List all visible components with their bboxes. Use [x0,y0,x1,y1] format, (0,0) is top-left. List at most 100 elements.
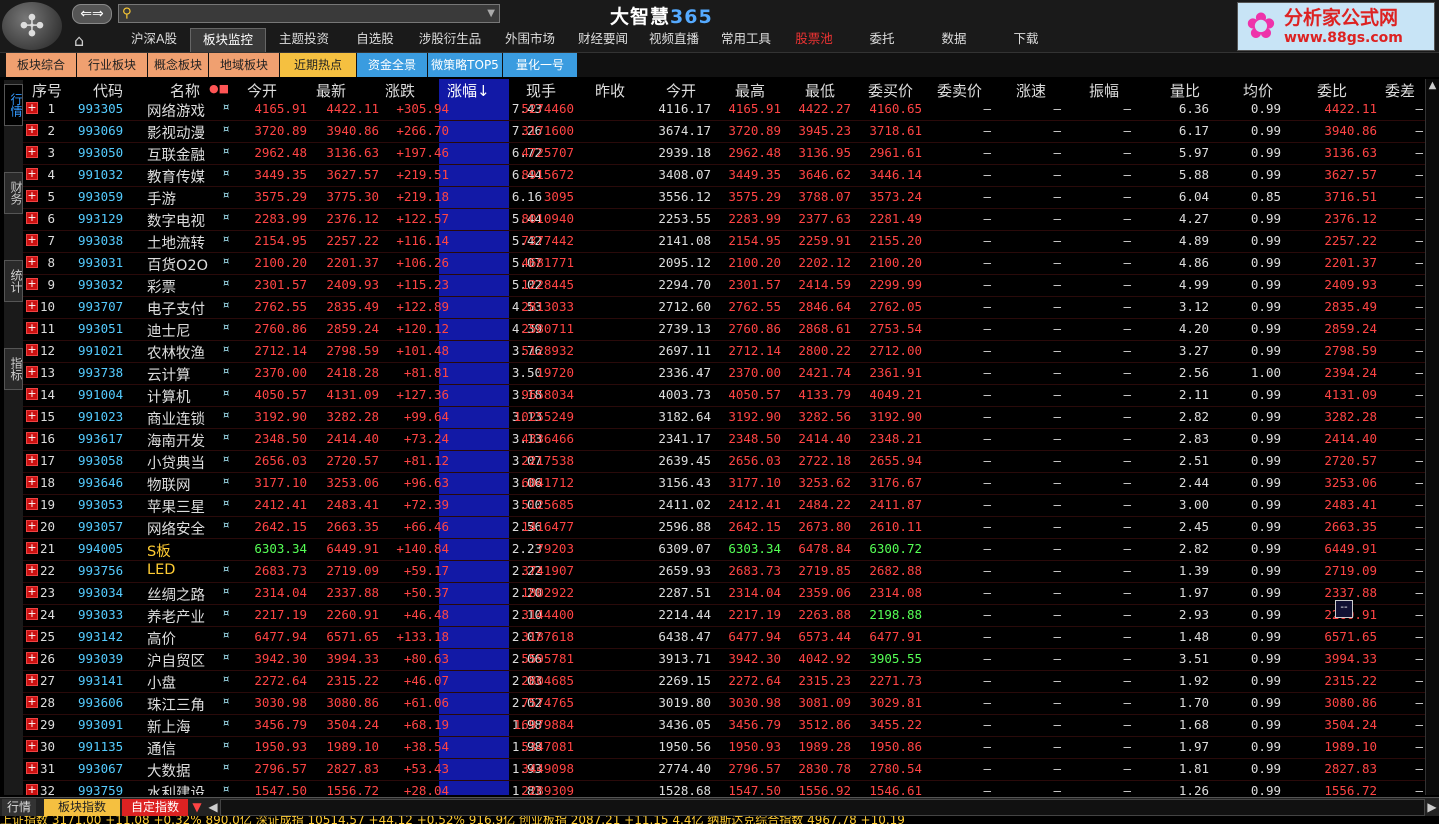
menu-item-9[interactable]: 股票池 [782,28,846,52]
table-row[interactable]: +14 991004 计算机 ¤ 4050.57 4131.09 +127.36 3.18 96… [23,385,1425,407]
table-row[interactable]: +19 993053 苹果三星 ¤ 2412.41 2483.41 +72.39 3.00 51… [23,495,1425,517]
column-header-4[interactable]: 最新 [316,80,346,101]
table-row[interactable]: +16 993617 海南开发 ¤ 2348.50 2414.40 +73.24 3.13 43… [23,429,1425,451]
scroll-right-icon[interactable]: ▶ [1425,799,1439,816]
table-row[interactable]: +29 993091 新上海 ¤ 3456.79 3504.24 +68.19 1.98 169… [23,715,1425,737]
row-cell-15: – [1123,761,1131,776]
row-cell-4: 2348.50 [254,431,307,446]
menu-item-5[interactable]: 外围市场 [492,28,568,52]
menu-item-4[interactable]: 涉股衍生品 [408,28,492,52]
table-row[interactable]: +32 993759 水利建设 ¤ 1547.50 1556.72 +28.04 1.83 22… [23,781,1425,795]
left-tab-3[interactable]: 指标 [4,348,23,390]
table-row[interactable]: +1 993305 网络游戏 ¤ 4165.91 4422.11 +305.94 7.43 52… [23,99,1425,121]
scroll-left-icon[interactable]: ◀ [206,799,220,816]
table-row[interactable]: +3 993050 互联金融 ¤ 2962.48 3136.63 +197.46 6.72 47… [23,143,1425,165]
column-header-15[interactable]: 振幅 [1089,80,1119,101]
back-forward-buttons[interactable]: ⇐⇒ [72,4,112,24]
column-header-3[interactable]: 今开 [247,80,277,101]
column-header-19[interactable]: 委差 [1385,80,1415,101]
column-header-2[interactable]: 名称 [170,80,200,101]
table-row[interactable]: +15 991023 商业连锁 ¤ 3192.90 3282.28 +99.64 3.13 10… [23,407,1425,429]
horizontal-scrollbar[interactable] [220,799,1425,816]
left-tab-1[interactable]: 财务 [4,172,23,214]
menu-item-2[interactable]: 主题投资 [266,28,342,52]
table-row[interactable]: +5 993059 手游 ¤ 3575.29 3775.30 +219.18 6.16 3095… [23,187,1425,209]
column-header-1[interactable]: 代码 [93,80,123,101]
table-row[interactable]: +18 993646 物联网 ¤ 3177.10 3253.06 +96.63 3.06 604… [23,473,1425,495]
table-row[interactable]: +2 993069 影视动漫 ¤ 3720.89 3940.86 +266.70 7.26 31… [23,121,1425,143]
bottom-tab-quotes[interactable]: 行情 [2,799,36,816]
column-header-7[interactable]: 现手 [526,80,556,101]
table-row[interactable]: +11 993051 迪士尼 ¤ 2760.86 2859.24 +120.12 4.39 25… [23,319,1425,341]
sub-tab-1[interactable]: 行业板块 [77,53,147,77]
menu-item-11[interactable]: 数据 [918,28,990,52]
table-row[interactable]: +6 993129 数字电视 ¤ 2283.99 2376.12 +122.57 5.44 80… [23,209,1425,231]
sub-tab-7[interactable]: 量化一号 [503,53,577,77]
search-box[interactable]: ⚲ ▼ [118,4,500,23]
sub-tab-3[interactable]: 地域板块 [209,53,279,77]
bottom-tab-custom-index[interactable]: 自定指数 [122,799,188,816]
column-header-18[interactable]: 委比 [1317,80,1347,101]
column-header-17[interactable]: 均价 [1243,80,1273,101]
table-row[interactable]: +9 993032 彩票 ¤ 2301.57 2409.93 +115.23 5.02 1228… [23,275,1425,297]
table-row[interactable]: +13 993738 云计算 ¤ 2370.00 2418.28 +81.81 3.50 197… [23,363,1425,385]
menu-item-0[interactable]: 沪深A股 [118,28,190,52]
table-row[interactable]: +25 993142 高价 ¤ 6477.94 6571.65 +133.18 2.07 318… [23,627,1425,649]
table-row[interactable]: +31 993067 大数据 ¤ 2796.57 2827.83 +53.43 1.93 344… [23,759,1425,781]
menu-item-7[interactable]: 视频直播 [638,28,710,52]
column-header-5[interactable]: 涨跌 [385,80,415,101]
menu-item-12[interactable]: 下载 [990,28,1062,52]
menu-item-10[interactable]: 委托 [846,28,918,52]
row-cell-6: +46.48 [403,607,449,622]
sub-tab-2[interactable]: 概念板块 [148,53,208,77]
sub-tab-6[interactable]: 微策略TOP5 [428,53,502,77]
table-row[interactable]: +7 993038 土地流转 ¤ 2154.95 2257.22 +116.14 5.42 73… [23,231,1425,253]
menu-item-8[interactable]: 常用工具 [710,28,782,52]
quote-grid[interactable]: 序号 代码 名称 今开 最新 涨跌 涨幅↓ 现手 昨收 今开 最高 最低 委买价 委卖价 涨速 振幅 量比 均价 委… [23,79,1425,795]
column-header-9[interactable]: 今开 [666,80,696,101]
menu-item-3[interactable]: 自选股 [342,28,408,52]
table-row[interactable]: +4 991032 教育传媒 ¤ 3449.35 3627.57 +219.51 6.44 89… [23,165,1425,187]
row-cell-15: – [1123,167,1131,182]
table-row[interactable]: +8 993031 百货O2O ¤ 2100.20 2201.37 +106.26 5.07 4… [23,253,1425,275]
table-row[interactable]: +12 991021 农林牧渔 ¤ 2712.14 2798.59 +101.48 3.76 5… [23,341,1425,363]
brand-banner[interactable]: ✿ 分析家公式网 www.88gs.com [1237,2,1435,51]
column-header-12[interactable]: 委买价 [868,80,913,101]
table-row[interactable]: +17 993058 小贷典当 ¤ 2656.03 2720.57 +81.12 3.07 22… [23,451,1425,473]
column-header-16[interactable]: 量比 [1170,80,1200,101]
sub-tab-5[interactable]: 资金全景 [357,53,427,77]
row-cell-10: 2412.41 [728,497,781,512]
bottom-tab-sector-index[interactable]: 板块指数 [44,799,120,816]
left-tab-2[interactable]: 统计 [4,260,23,302]
column-header-11[interactable]: 最低 [805,80,835,101]
sub-tab-0[interactable]: 板块综合 [6,53,76,77]
table-row[interactable]: +23 993034 丝绸之路 ¤ 2314.04 2337.88 +50.37 2.20 18… [23,583,1425,605]
vertical-scrollbar[interactable]: ▲ [1425,79,1439,795]
search-input[interactable] [131,6,488,21]
table-row[interactable]: +30 991135 通信 ¤ 1950.93 1989.10 +38.54 1.98 5347… [23,737,1425,759]
table-row[interactable]: +28 993606 珠江三角 ¤ 3030.98 3080.86 +61.06 2.02 75… [23,693,1425,715]
column-header-10[interactable]: 最高 [735,80,765,101]
bottom-dropdown-icon[interactable]: ▼ [190,799,204,816]
left-tab-0[interactable]: 行情 [4,84,23,126]
sub-tab-4[interactable]: 近期热点 [280,53,356,77]
home-icon[interactable]: ⌂ [74,31,84,50]
app-logo-icon[interactable]: ✣ [2,2,62,50]
column-header-13[interactable]: 委卖价 [937,80,982,101]
table-row[interactable]: +26 993039 沪自贸区 ¤ 3942.30 3994.33 +80.63 2.06 55… [23,649,1425,671]
column-header-14[interactable]: 涨速 [1016,80,1046,101]
column-header-6[interactable]: 涨幅↓ [447,80,490,101]
table-row[interactable]: +20 993057 网络安全 ¤ 2642.15 2663.35 +66.46 2.56 14… [23,517,1425,539]
column-header-0[interactable]: 序号 [32,80,62,101]
table-row[interactable]: +22 993756 LED ¤ 2683.73 2719.09 +59.17 2.22 374… [23,561,1425,583]
menu-item-6[interactable]: 财经要闻 [568,28,638,52]
chevron-down-icon[interactable]: ▼ [487,8,499,19]
scroll-up-icon[interactable]: ▲ [1426,79,1439,93]
table-row[interactable]: +10 993707 电子支付 ¤ 2762.55 2835.49 +122.89 4.53 2… [23,297,1425,319]
table-row[interactable]: +21 994005 S板 6303.34 6449.91 +140.84 2.23 7920… [23,539,1425,561]
menu-item-1[interactable]: 板块监控 [190,28,266,52]
table-row[interactable]: +24 993033 养老产业 ¤ 2217.19 2260.91 +46.48 2.10 31… [23,605,1425,627]
row-cell-5: 2483.41 [326,497,379,512]
column-header-8[interactable]: 昨收 [595,80,625,101]
table-row[interactable]: +27 993141 小盘 ¤ 2272.64 2315.22 +46.07 2.03 2804… [23,671,1425,693]
